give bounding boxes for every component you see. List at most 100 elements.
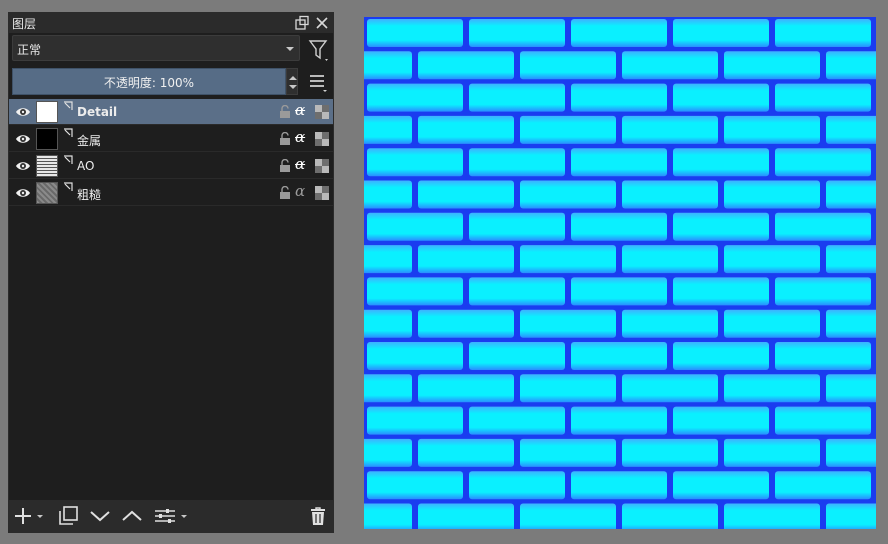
brick [364,115,412,144]
brick [673,277,769,306]
blend-mode-select[interactable]: 正常 [12,35,300,61]
brick [673,212,769,241]
brick [571,406,667,435]
eye-icon[interactable] [15,186,31,200]
brick [520,115,616,144]
brick [775,148,871,177]
brick [622,438,718,467]
brick [622,245,718,274]
inherit-alpha-icon[interactable] [315,105,329,119]
layer-thumbnail [36,182,58,204]
brick [826,180,876,209]
brick [520,438,616,467]
spin-down-icon[interactable] [289,85,297,89]
inherit-alpha-icon[interactable] [315,159,329,173]
opacity-spinbox[interactable] [286,68,298,95]
brick [673,342,769,370]
layer-thumbnail [36,128,58,150]
move-down-icon[interactable] [89,506,111,526]
layer-name: Detail [77,105,118,119]
brick [469,406,565,435]
brick [364,374,412,403]
close-icon[interactable] [314,15,330,31]
float-docker-icon[interactable] [294,15,310,31]
brick [520,180,616,209]
paint-layer-icon [64,182,73,191]
paint-layer-icon [64,155,73,164]
brick [724,180,820,209]
docker-title: 图层 [12,17,37,31]
alpha-lock-icon[interactable]: α [295,101,311,119]
brick [469,212,565,241]
eye-icon[interactable] [15,132,31,146]
brick [364,503,412,529]
properties-icon[interactable] [153,506,191,526]
duplicate-layer-icon[interactable] [57,506,79,526]
opacity-slider[interactable]: 不透明度: 100% [12,68,286,95]
alpha-lock-icon[interactable]: α [295,155,311,173]
brick [826,309,876,338]
brick [364,51,412,80]
brick [826,115,876,144]
brick [418,245,514,274]
lock-open-icon[interactable] [279,132,291,145]
layer-row[interactable]: 粗糙 α [9,180,333,206]
brick [367,148,463,177]
brick [418,180,514,209]
spin-up-icon[interactable] [289,76,297,80]
brick [520,503,616,529]
brick [826,438,876,467]
filter-icon[interactable] [307,37,331,63]
docker-titlebar: 图层 [9,13,333,33]
lock-open-icon[interactable] [279,105,291,118]
hamburger-menu-icon[interactable] [306,70,330,94]
delete-icon[interactable] [307,506,329,526]
alpha-lock-icon[interactable]: α [295,182,311,200]
layer-name: AO [77,159,95,173]
brick [367,471,463,500]
move-up-icon[interactable] [121,506,143,526]
brick [418,51,514,80]
lock-open-icon[interactable] [279,159,291,172]
brick [826,245,876,274]
brick [775,212,871,241]
brick [469,148,565,177]
brick [418,309,514,338]
canvas-brick-normal-map[interactable] [364,17,876,529]
brick [520,309,616,338]
brick [775,471,871,500]
brick [367,212,463,241]
brick [724,309,820,338]
brick [469,83,565,112]
brick [622,374,718,403]
alpha-lock-icon[interactable]: α [295,128,311,146]
layer-thumbnail [36,101,58,123]
lock-open-icon[interactable] [279,186,291,199]
brick [469,342,565,370]
inherit-alpha-icon[interactable] [315,132,329,146]
brick [724,51,820,80]
brick [571,19,667,47]
brick [571,83,667,112]
layers-docker: 图层 正常 不透明度: 100% Detail α 金属 α AO α 粗糙 α [8,12,334,533]
brick [367,19,463,47]
brick [673,471,769,500]
brick [673,83,769,112]
brick [571,471,667,500]
layer-row[interactable]: Detail α [9,99,333,125]
brick [367,83,463,112]
eye-icon[interactable] [15,159,31,173]
brick [724,115,820,144]
brick [826,51,876,80]
brick [364,180,412,209]
add-layer-icon[interactable] [13,506,43,526]
layer-row[interactable]: 金属 α [9,126,333,152]
blend-mode-value: 正常 [17,43,42,57]
eye-icon[interactable] [15,105,31,119]
brick [775,19,871,47]
layer-row[interactable]: AO α [9,153,333,179]
paint-layer-icon [64,101,73,110]
brick [367,342,463,370]
inherit-alpha-icon[interactable] [315,186,329,200]
brick [469,277,565,306]
